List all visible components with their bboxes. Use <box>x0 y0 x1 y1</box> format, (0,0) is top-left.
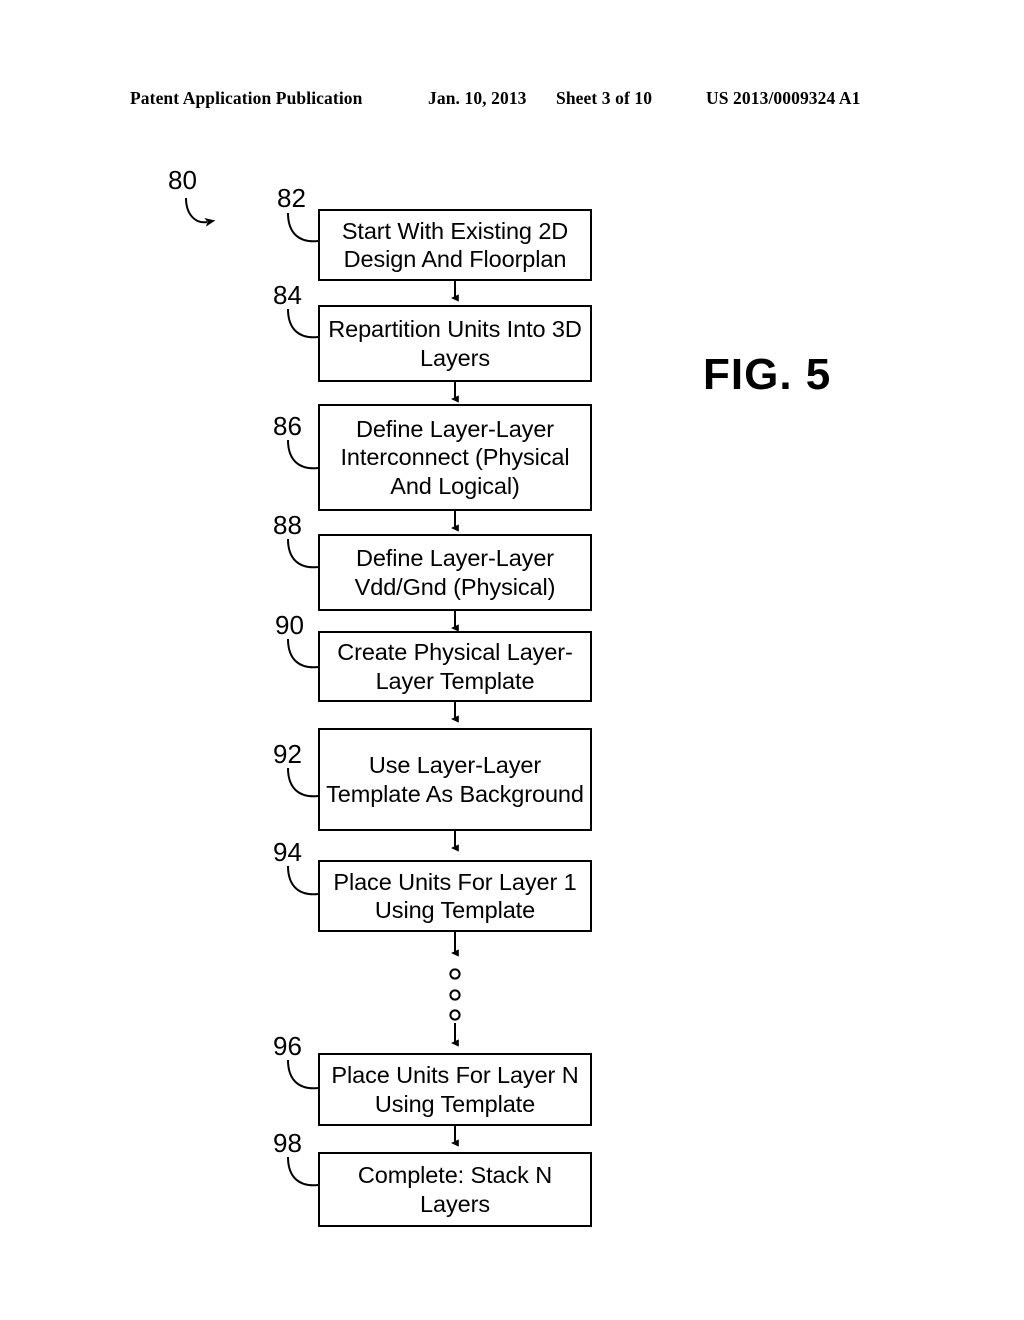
ref-label-94: 94 <box>273 837 302 867</box>
flow-step-86[interactable]: Define Layer-Layer Interconnect (Physica… <box>318 404 592 511</box>
flow-step-98-label: Complete: Stack N Layers <box>357 1162 553 1217</box>
ref-label-82: 82 <box>277 183 306 213</box>
flow-step-88-label: Define Layer-Layer Vdd/Gnd (Physical) <box>354 545 556 600</box>
diagram-ref-arrow <box>185 197 216 227</box>
ref-label-88: 88 <box>273 510 302 540</box>
flow-step-84[interactable]: Repartition Units Into 3D Layers <box>318 305 592 382</box>
ref-label-96: 96 <box>273 1031 302 1061</box>
flow-step-92-label: Use Layer-Layer Template As Background <box>326 752 584 807</box>
ref-label-84: 84 <box>273 280 302 310</box>
flow-step-94-label: Place Units For Layer 1 Using Template <box>333 868 577 923</box>
diagram-ref-label-80: 80 <box>168 165 197 195</box>
flow-step-92[interactable]: Use Layer-Layer Template As Background <box>318 728 592 831</box>
flow-step-86-label: Define Layer-Layer Interconnect (Physica… <box>340 416 570 499</box>
ellipsis-continuation-marker <box>449 968 461 1021</box>
flow-step-96[interactable]: Place Units For Layer N Using Template <box>318 1053 592 1126</box>
flow-step-90-label: Create Physical Layer-Layer Template <box>337 639 573 694</box>
flow-step-96-label: Place Units For Layer N Using Template <box>331 1062 579 1117</box>
flow-step-90[interactable]: Create Physical Layer-Layer Template <box>318 631 592 702</box>
flow-step-82[interactable]: Start With Existing 2D Design And Floorp… <box>318 209 592 281</box>
flow-step-94[interactable]: Place Units For Layer 1 Using Template <box>318 860 592 932</box>
ref-label-90: 90 <box>275 610 304 640</box>
flow-step-84-label: Repartition Units Into 3D Layers <box>328 316 582 371</box>
flow-step-82-label: Start With Existing 2D Design And Floorp… <box>341 217 569 272</box>
ref-label-98: 98 <box>273 1128 302 1158</box>
ref-label-86: 86 <box>273 411 302 441</box>
flow-step-98[interactable]: Complete: Stack N Layers <box>318 1152 592 1227</box>
ref-label-92: 92 <box>273 739 302 769</box>
flowchart-diagram: 80 82 84 86 88 90 92 94 96 98 Start With… <box>0 0 1024 1320</box>
flow-step-88[interactable]: Define Layer-Layer Vdd/Gnd (Physical) <box>318 534 592 611</box>
